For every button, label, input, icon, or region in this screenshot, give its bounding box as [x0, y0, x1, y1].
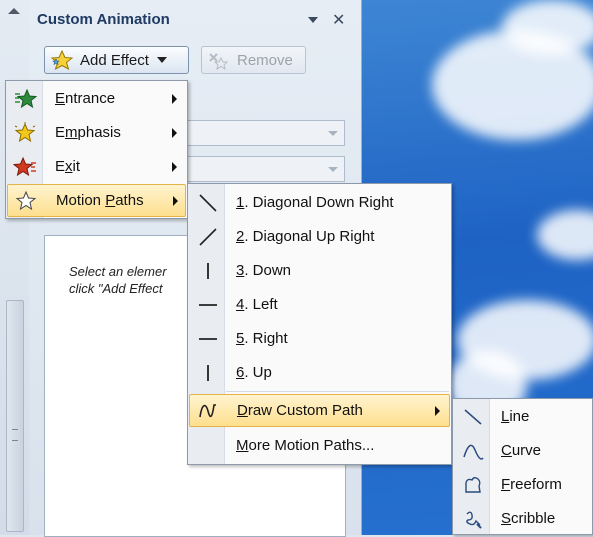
submenu-arrow-icon [172, 127, 177, 138]
hint-line-1: Select an elemer [69, 264, 167, 279]
emphasis-star-icon [12, 121, 38, 145]
custom-path-menu: Line Curve Freeform Scribble [452, 398, 593, 535]
pane-title: Custom Animation [37, 11, 170, 28]
entrance-star-icon [12, 87, 38, 111]
menu-item-more-motion-paths[interactable]: More Motion Paths... [189, 429, 450, 462]
motion-paths-menu: 1. Diagonal Down Right 2. Diagonal Up Ri… [187, 183, 452, 465]
close-icon[interactable]: ✕ [332, 10, 345, 30]
exit-star-icon [12, 155, 38, 179]
add-effect-label: Add Effect [80, 51, 149, 69]
menu-item-up[interactable]: 6. Up [189, 356, 450, 389]
curve-tool-icon [460, 439, 486, 463]
custom-path-icon [196, 399, 222, 423]
menu-item-draw-custom-path[interactable]: Draw Custom Path [189, 394, 450, 427]
menu-item-curve[interactable]: Curve [454, 434, 591, 467]
scroll-up-icon[interactable] [8, 8, 20, 14]
menu-item-emphasis[interactable]: Emphasis [7, 116, 186, 149]
submenu-arrow-icon [172, 161, 177, 172]
start-dropdown[interactable] [169, 120, 345, 146]
line-tool-icon [460, 405, 486, 429]
chevron-down-icon [328, 167, 338, 172]
chevron-down-icon [328, 131, 338, 136]
submenu-arrow-icon [435, 405, 440, 416]
remove-label: Remove [237, 51, 293, 69]
down-line-icon [195, 259, 221, 283]
submenu-arrow-icon [173, 195, 178, 206]
menu-item-freeform[interactable]: Freeform [454, 468, 591, 501]
empty-list-hint: Select an elemer click "Add Effect [69, 263, 167, 297]
add-effect-menu: Entrance Emphasis Exit Motion Paths [5, 80, 188, 219]
add-effect-star-icon [50, 50, 74, 70]
chevron-down-icon [156, 57, 167, 63]
menu-item-diagonal-down-right[interactable]: 1. Diagonal Down Right [189, 186, 450, 219]
grip-icon [12, 429, 18, 441]
menu-item-right[interactable]: 5. Right [189, 322, 450, 355]
left-line-icon [195, 293, 221, 317]
menu-item-diagonal-up-right[interactable]: 2. Diagonal Up Right [189, 220, 450, 253]
diagonal-down-right-icon [195, 191, 221, 215]
pane-options-icon[interactable] [308, 17, 318, 23]
menu-item-line[interactable]: Line [454, 400, 591, 433]
remove-effect-icon [209, 53, 229, 70]
menu-item-exit[interactable]: Exit [7, 150, 186, 183]
scrollbar-thumb[interactable] [6, 300, 24, 532]
add-effect-button[interactable]: Add Effect [44, 46, 189, 74]
property-dropdown[interactable] [169, 156, 345, 182]
submenu-arrow-icon [172, 93, 177, 104]
menu-separator [226, 391, 449, 392]
menu-item-entrance[interactable]: Entrance [7, 82, 186, 115]
menu-item-down[interactable]: 3. Down [189, 254, 450, 287]
freeform-tool-icon [460, 473, 486, 497]
diagonal-up-right-icon [195, 225, 221, 249]
up-line-icon [195, 361, 221, 385]
hint-line-2: click "Add Effect [69, 281, 163, 296]
menu-item-scribble[interactable]: Scribble [454, 502, 591, 535]
scribble-tool-icon [460, 507, 486, 531]
right-line-icon [195, 327, 221, 351]
menu-item-motion-paths[interactable]: Motion Paths [7, 184, 186, 217]
remove-button[interactable]: Remove [201, 46, 306, 74]
motion-path-star-icon [13, 189, 39, 213]
menu-item-left[interactable]: 4. Left [189, 288, 450, 321]
